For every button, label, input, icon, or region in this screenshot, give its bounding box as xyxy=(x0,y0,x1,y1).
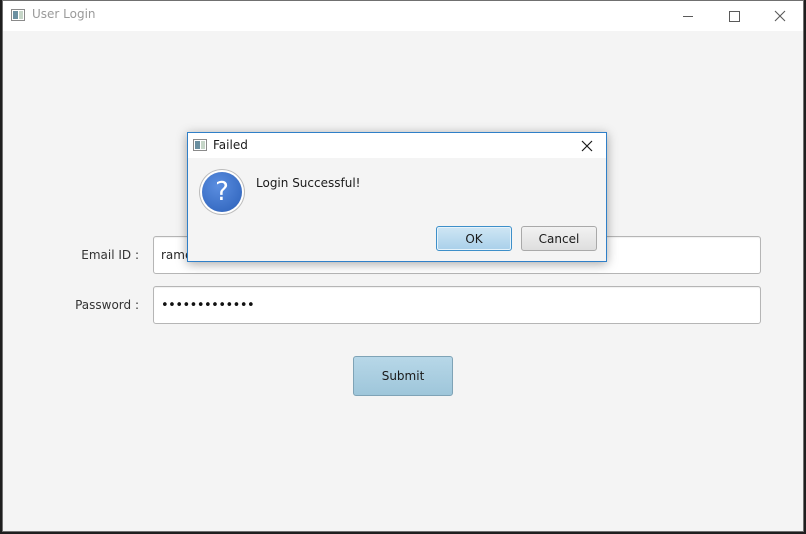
close-window-button[interactable] xyxy=(757,1,803,31)
app-window-icon xyxy=(11,9,25,21)
password-value: ••••••••••••• xyxy=(161,297,255,313)
password-label: Password : xyxy=(75,298,139,312)
submit-button[interactable]: Submit xyxy=(353,356,453,396)
user-login-window: User Login Email ID : rame Password : ••… xyxy=(2,0,804,532)
minimize-button[interactable] xyxy=(665,1,711,31)
dialog-titlebar[interactable]: Failed xyxy=(188,133,606,158)
maximize-icon xyxy=(728,10,740,22)
cancel-button[interactable]: Cancel xyxy=(521,226,597,251)
close-icon xyxy=(774,10,786,22)
minimize-icon xyxy=(683,15,693,17)
dialog-message: Login Successful! xyxy=(256,176,361,190)
window-titlebar[interactable]: User Login xyxy=(3,1,803,31)
dialog-close-button[interactable] xyxy=(572,133,602,158)
close-icon xyxy=(581,140,593,151)
submit-label: Submit xyxy=(381,369,425,383)
password-field[interactable]: ••••••••••••• xyxy=(153,286,761,324)
alert-dialog: Failed ? Login Successful! OK Cancel xyxy=(187,132,607,262)
ok-label: OK xyxy=(465,231,483,246)
email-label: Email ID : xyxy=(81,248,139,262)
question-icon: ? xyxy=(202,172,242,212)
ok-button[interactable]: OK xyxy=(436,226,512,251)
window-title: User Login xyxy=(32,7,96,21)
maximize-button[interactable] xyxy=(711,1,757,31)
dialog-title: Failed xyxy=(213,138,248,152)
cancel-label: Cancel xyxy=(538,231,580,246)
dialog-window-icon xyxy=(193,139,207,151)
